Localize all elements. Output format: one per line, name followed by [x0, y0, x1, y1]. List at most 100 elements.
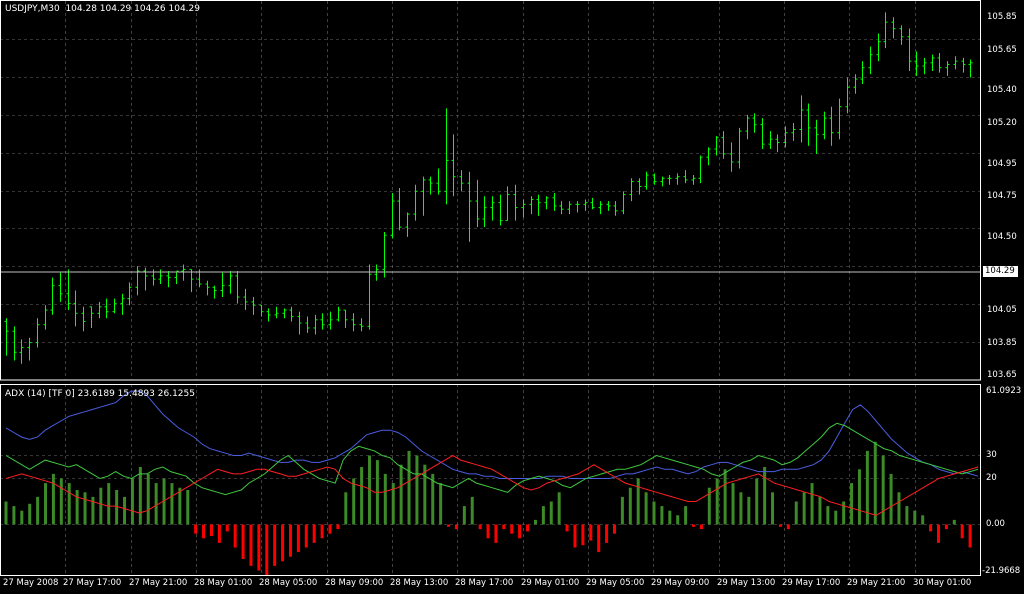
adx-histogram-bar-negative — [328, 524, 332, 534]
adx-histogram-bar-positive — [818, 496, 822, 525]
adx-histogram-bar-positive — [850, 483, 854, 525]
price-axis-label: 104.95 — [987, 158, 1017, 169]
adx-histogram-bar-positive — [67, 483, 71, 525]
adx-histogram-bar-negative — [929, 524, 933, 532]
adx-histogram-bar-positive — [344, 492, 348, 525]
adx-histogram-bar-negative — [786, 524, 790, 530]
adx-histogram-bar-positive — [842, 501, 846, 525]
adx-histogram-bar-positive — [12, 506, 16, 525]
chart-canvas[interactable] — [0, 0, 1024, 594]
price-axis-label: 104.05 — [987, 305, 1017, 316]
adx-histogram-bar-negative — [612, 524, 616, 534]
adx-histogram-bar-negative — [581, 524, 585, 546]
adx-histogram-bar-positive — [715, 478, 719, 525]
adx-histogram-bar-positive — [763, 466, 767, 525]
time-axis-label: 28 May 09:00 — [325, 578, 384, 588]
adx-histogram-bar-positive — [123, 496, 127, 525]
time-axis-label: 29 May 09:00 — [651, 578, 710, 588]
adx-histogram-bar-negative — [589, 524, 593, 541]
adx-histogram-bar-positive — [407, 450, 411, 525]
adx-histogram-bar-positive — [684, 506, 688, 525]
adx-histogram-bar-negative — [692, 524, 696, 527]
adx-histogram-bar-positive — [36, 496, 40, 525]
adx-histogram-bar-negative — [288, 524, 292, 557]
price-axis-label: 103.65 — [987, 370, 1017, 381]
adx-histogram-bar-negative — [699, 524, 703, 530]
adx-histogram-bar-positive — [557, 492, 561, 525]
adx-axis-label: -21.9668 — [982, 566, 1021, 576]
adx-histogram-bar-positive — [628, 487, 632, 525]
adx-histogram-bar-positive — [178, 487, 182, 525]
adx-histogram-bar-negative — [194, 524, 198, 534]
adx-histogram-bar-negative — [257, 524, 261, 571]
adx-histogram-bar-positive — [826, 506, 830, 525]
adx-axis-label: 61.0923 — [986, 386, 1022, 396]
adx-histogram-bar-positive — [99, 487, 103, 525]
adx-histogram-bar-positive — [549, 501, 553, 525]
adx-histogram-bar-positive — [51, 473, 55, 525]
time-axis-label: 29 May 13:00 — [717, 578, 776, 588]
adx-histogram-bar-positive — [794, 501, 798, 525]
adx-histogram-bar-negative — [336, 524, 340, 530]
adx-histogram-bar-positive — [873, 441, 877, 525]
adx-line — [5, 390, 979, 479]
adx-histogram-bar-positive — [470, 496, 474, 525]
time-axis-label: 28 May 01:00 — [194, 578, 253, 588]
time-axis-label: 29 May 21:00 — [847, 578, 906, 588]
adx-histogram-bar-positive — [857, 469, 861, 525]
minus-di-line — [5, 454, 979, 516]
adx-histogram-bar-positive — [115, 489, 119, 525]
price-bars — [4, 12, 973, 364]
adx-histogram-bar-negative — [486, 524, 490, 539]
adx-histogram-bar-negative — [202, 524, 206, 539]
adx-indicator-label: ADX (14) [TF 0] 23.6189 15.4893 26.1255 — [5, 389, 195, 399]
adx-histogram-bar-positive — [905, 506, 909, 525]
adx-histogram-bar-positive — [146, 473, 150, 525]
adx-histogram-bar-positive — [83, 492, 87, 525]
plus-di-line — [5, 422, 979, 496]
adx-histogram-bar-positive — [723, 469, 727, 525]
adx-histogram-bar-positive — [731, 483, 735, 525]
current-price-tag: 104.29 — [983, 266, 1018, 277]
adx-histogram-bar-negative — [217, 524, 221, 543]
adx-histogram-bar-positive — [59, 478, 63, 525]
adx-histogram-bar-negative — [454, 524, 458, 530]
adx-histogram-bar-negative — [502, 524, 506, 530]
adx-histogram-bar-positive — [921, 515, 925, 525]
adx-axis-label: 30 — [986, 450, 997, 461]
time-axis-label: 28 May 05:00 — [259, 578, 318, 588]
adx-histogram-bar-negative — [518, 524, 522, 539]
adx-histogram-bar-positive — [620, 496, 624, 525]
adx-histogram-bar-negative — [209, 524, 213, 536]
adx-histogram-bar-negative — [265, 524, 269, 576]
adx-histogram-bar-negative — [320, 524, 324, 539]
adx-histogram-bar-positive — [660, 506, 664, 525]
price-axis-label: 104.75 — [987, 191, 1017, 202]
adx-histogram-bar-positive — [107, 483, 111, 525]
adx-histogram-bar-positive — [75, 489, 79, 525]
adx-histogram-bar-negative — [494, 524, 498, 543]
time-axis-label: 30 May 01:00 — [913, 578, 972, 588]
adx-histogram-bar-positive — [644, 492, 648, 525]
adx-histogram-bar-positive — [834, 510, 838, 525]
adx-histogram-bar-negative — [447, 524, 451, 527]
adx-histogram-bar-negative — [312, 524, 316, 543]
adx-histogram-bar-positive — [130, 478, 134, 525]
adx-histogram-bar-negative — [573, 524, 577, 548]
adx-histogram-bar-positive — [186, 489, 190, 525]
adx-histogram-bar-positive — [462, 506, 466, 525]
price-axis-label: 104.50 — [987, 231, 1017, 242]
adx-histogram-bar-negative — [281, 524, 285, 562]
price-panel-border — [0, 0, 981, 381]
time-axis-label: 29 May 01:00 — [521, 578, 580, 588]
adx-histogram-bar-positive — [771, 492, 775, 525]
adx-histogram-bar-negative — [605, 524, 609, 543]
adx-histogram-bar-positive — [20, 510, 24, 525]
price-axis-label: 105.20 — [987, 117, 1017, 128]
adx-histogram-bar-positive — [739, 492, 743, 525]
adx-histogram-bar-negative — [225, 524, 229, 532]
adx-histogram-bar-positive — [541, 506, 545, 525]
adx-histogram-bar-negative — [936, 524, 940, 543]
adx-histogram-bar-negative — [296, 524, 300, 553]
price-axis-label: 103.85 — [987, 337, 1017, 348]
